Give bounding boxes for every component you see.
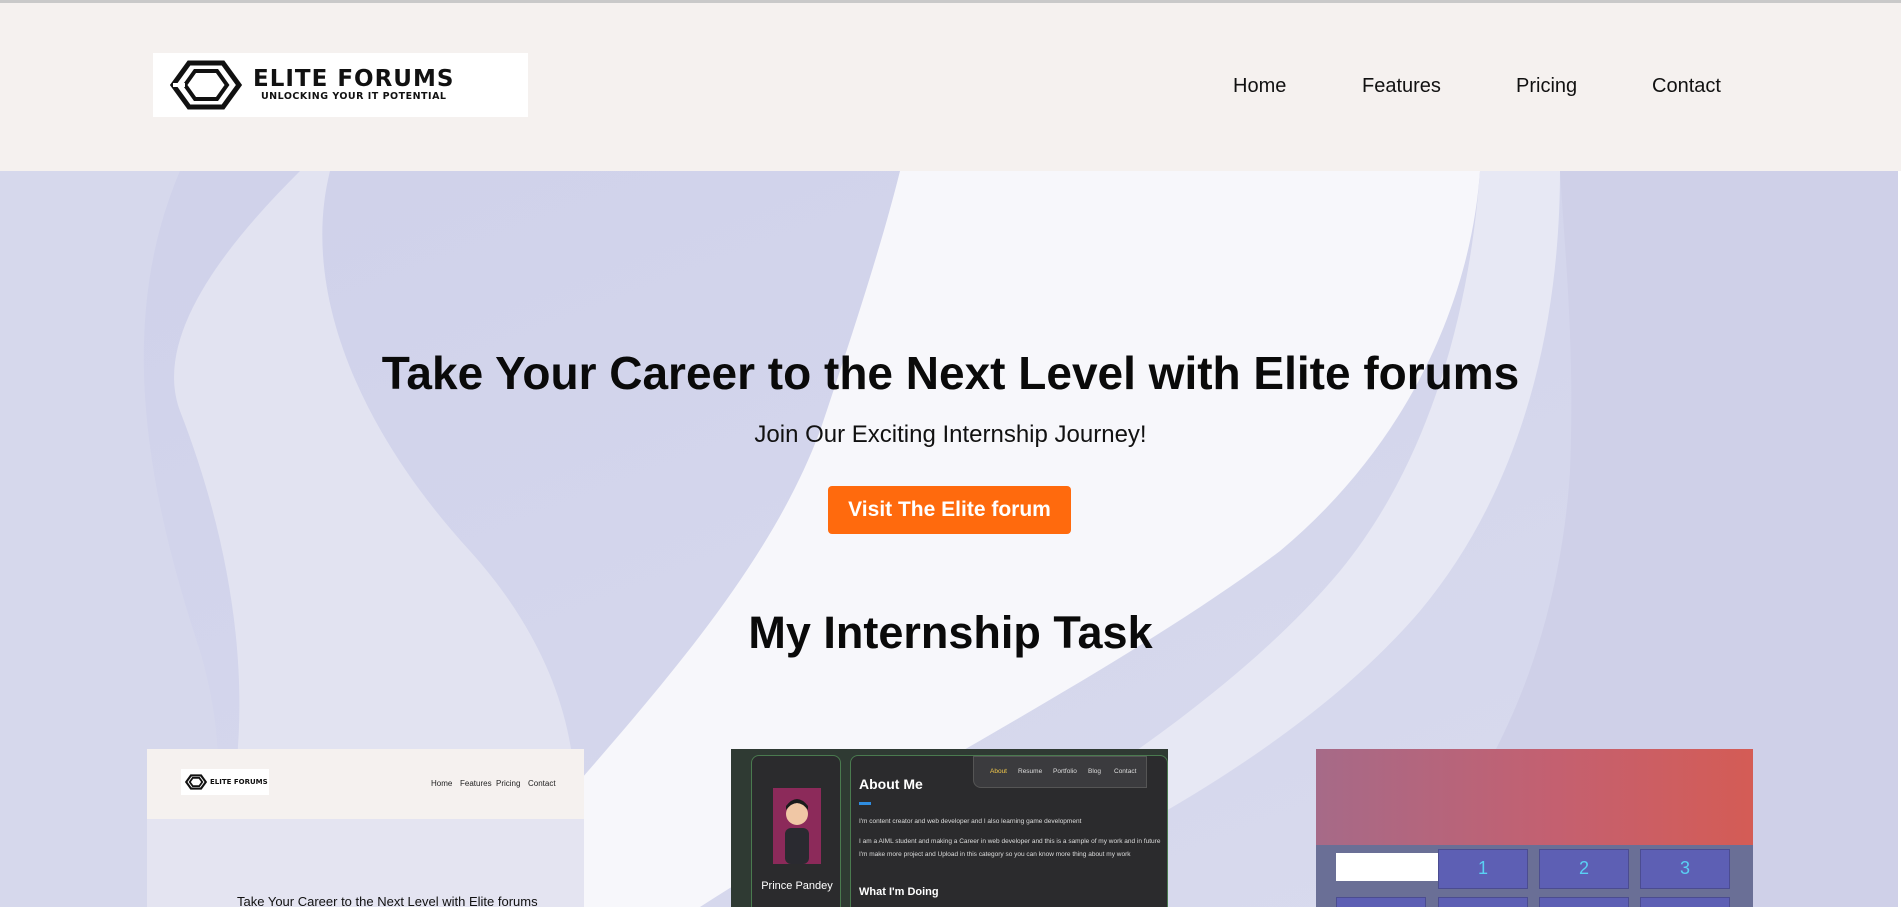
calculator-key xyxy=(1438,897,1528,907)
portfolio-about-line-2: I am a AIML student and making a Career … xyxy=(859,838,1161,845)
site-header: ELITE FORUMS UNLOCKING YOUR IT POTENTIAL… xyxy=(0,3,1901,171)
calculator-key-1: 1 xyxy=(1438,849,1528,889)
portfolio-main-panel: About Resume Portfolio Blog Contact Abou… xyxy=(850,755,1168,907)
calculator-display xyxy=(1336,853,1448,881)
calculator-key-3: 3 xyxy=(1640,849,1730,889)
nav-pricing[interactable]: Pricing xyxy=(1516,75,1577,98)
card-preview-nav-pricing: Pricing xyxy=(496,779,521,788)
portfolio-about-heading: About Me xyxy=(859,776,923,792)
portfolio-about-line-1: I'm content creator and web developer an… xyxy=(859,818,1082,825)
nav-features[interactable]: Features xyxy=(1362,75,1441,98)
portfolio-tab-portfolio: Portfolio xyxy=(1053,768,1077,775)
avatar xyxy=(773,788,821,864)
calculator-key-2: 2 xyxy=(1539,849,1629,889)
portfolio-name: Prince Pandey xyxy=(761,880,833,892)
hexagon-logo-icon xyxy=(185,774,207,790)
nav-contact[interactable]: Contact xyxy=(1652,75,1721,98)
visit-elite-forum-button[interactable]: Visit The Elite forum xyxy=(828,486,1071,534)
portfolio-doing-heading: What I'm Doing xyxy=(859,886,939,898)
task-card-portfolio[interactable]: Prince Pandey About Resume Portfolio Blo… xyxy=(731,749,1168,907)
task-card-calculator[interactable]: 1 2 3 xyxy=(1316,749,1753,907)
portfolio-tabs: About Resume Portfolio Blog Contact xyxy=(973,756,1147,788)
nav-home[interactable]: Home xyxy=(1233,75,1286,98)
card-preview-nav-features: Features xyxy=(460,779,492,788)
avatar-figure-icon xyxy=(773,788,821,864)
hero-title: Take Your Career to the Next Level with … xyxy=(381,347,1520,399)
portfolio-tab-about: About xyxy=(990,768,1007,775)
calculator-header xyxy=(1316,749,1753,845)
calculator-key xyxy=(1640,897,1730,907)
card-preview-logo: ELITE FORUMS xyxy=(181,769,269,795)
hero-subtitle: Join Our Exciting Internship Journey! xyxy=(754,421,1147,448)
card-preview-title: Take Your Career to the Next Level with … xyxy=(237,894,538,907)
hero-section: Take Your Career to the Next Level with … xyxy=(0,171,1901,907)
main-nav: Home Features Pricing Contact xyxy=(0,75,1901,105)
calculator-key xyxy=(1539,897,1629,907)
portfolio-about-line-3: I'm make more project and Upload in this… xyxy=(859,851,1131,858)
portfolio-tab-blog: Blog xyxy=(1088,768,1102,775)
card-preview-logo-text: ELITE FORUMS xyxy=(210,778,268,786)
card-preview-nav-contact: Contact xyxy=(528,779,556,788)
calculator-key xyxy=(1336,897,1426,907)
portfolio-tab-contact: Contact xyxy=(1114,768,1137,775)
portfolio-sidebar: Prince Pandey xyxy=(751,755,841,907)
portfolio-tab-resume: Resume xyxy=(1018,768,1043,775)
card-preview-nav-home: Home xyxy=(431,779,453,788)
heading-underline xyxy=(859,802,871,805)
card-preview-header: ELITE FORUMS Home Features Pricing Conta… xyxy=(147,749,584,819)
task-card-elite-forums[interactable]: ELITE FORUMS Home Features Pricing Conta… xyxy=(147,749,584,907)
internship-section-title: My Internship Task xyxy=(748,607,1153,658)
